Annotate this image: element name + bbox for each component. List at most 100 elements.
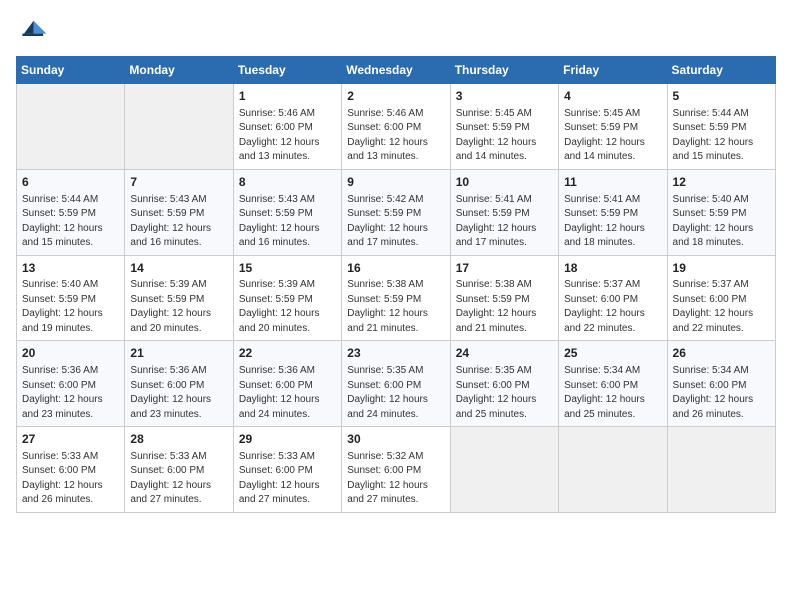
day-info: Sunrise: 5:45 AMSunset: 5:59 PMDaylight:… xyxy=(456,107,553,165)
page-header xyxy=(16,16,776,48)
day-number: 16 xyxy=(347,260,444,277)
day-number: 23 xyxy=(347,345,444,362)
day-info: Sunrise: 5:43 AMSunset: 5:59 PMDaylight:… xyxy=(130,193,227,251)
day-number: 26 xyxy=(673,345,770,362)
week-row-1: 1 Sunrise: 5:46 AMSunset: 6:00 PMDaylight… xyxy=(17,84,776,170)
day-cell: 1 Sunrise: 5:46 AMSunset: 6:00 PMDaylight… xyxy=(233,84,341,170)
day-cell xyxy=(125,84,233,170)
header-day-sunday: Sunday xyxy=(17,57,125,84)
header-day-friday: Friday xyxy=(559,57,667,84)
day-number: 1 xyxy=(239,88,336,105)
day-info: Sunrise: 5:36 AMSunset: 6:00 PMDaylight:… xyxy=(239,364,336,422)
week-row-3: 13Sunrise: 5:40 AMSunset: 5:59 PMDayligh… xyxy=(17,255,776,341)
day-info: Sunrise: 5:33 AMSunset: 6:00 PMDaylight:… xyxy=(130,450,227,508)
header-day-wednesday: Wednesday xyxy=(342,57,450,84)
day-number: 28 xyxy=(130,431,227,448)
day-info: Sunrise: 5:42 AMSunset: 5:59 PMDaylight:… xyxy=(347,193,444,251)
day-info: Sunrise: 5:46 AMSunset: 6:00 PMDaylight:… xyxy=(239,107,336,165)
day-cell: 10Sunrise: 5:41 AMSunset: 5:59 PMDayligh… xyxy=(450,169,558,255)
day-number: 18 xyxy=(564,260,661,277)
day-cell xyxy=(17,84,125,170)
day-cell: 8 Sunrise: 5:43 AMSunset: 5:59 PMDaylight… xyxy=(233,169,341,255)
day-info: Sunrise: 5:35 AMSunset: 6:00 PMDaylight:… xyxy=(456,364,553,422)
header-day-tuesday: Tuesday xyxy=(233,57,341,84)
day-info: Sunrise: 5:34 AMSunset: 6:00 PMDaylight:… xyxy=(673,364,770,422)
day-number: 11 xyxy=(564,174,661,191)
day-info: Sunrise: 5:41 AMSunset: 5:59 PMDaylight:… xyxy=(564,193,661,251)
day-number: 13 xyxy=(22,260,119,277)
day-number: 9 xyxy=(347,174,444,191)
day-number: 19 xyxy=(673,260,770,277)
day-number: 25 xyxy=(564,345,661,362)
day-info: Sunrise: 5:40 AMSunset: 5:59 PMDaylight:… xyxy=(673,193,770,251)
day-info: Sunrise: 5:36 AMSunset: 6:00 PMDaylight:… xyxy=(130,364,227,422)
day-cell: 15Sunrise: 5:39 AMSunset: 5:59 PMDayligh… xyxy=(233,255,341,341)
calendar-header: SundayMondayTuesdayWednesdayThursdayFrid… xyxy=(17,57,776,84)
day-info: Sunrise: 5:41 AMSunset: 5:59 PMDaylight:… xyxy=(456,193,553,251)
header-row: SundayMondayTuesdayWednesdayThursdayFrid… xyxy=(17,57,776,84)
calendar-table: SundayMondayTuesdayWednesdayThursdayFrid… xyxy=(16,56,776,513)
day-cell: 16Sunrise: 5:38 AMSunset: 5:59 PMDayligh… xyxy=(342,255,450,341)
day-number: 5 xyxy=(673,88,770,105)
day-cell: 30 Sunrise: 5:32 AMSunset: 6:00 PMDayligh… xyxy=(342,427,450,513)
day-cell xyxy=(559,427,667,513)
day-info: Sunrise: 5:33 AMSunset: 6:00 PMDaylight:… xyxy=(22,450,119,508)
day-cell: 4 Sunrise: 5:45 AMSunset: 5:59 PMDaylight… xyxy=(559,84,667,170)
day-info: Sunrise: 5:43 AMSunset: 5:59 PMDaylight:… xyxy=(239,193,336,251)
day-cell: 13Sunrise: 5:40 AMSunset: 5:59 PMDayligh… xyxy=(17,255,125,341)
day-info: Sunrise: 5:35 AMSunset: 6:00 PMDaylight:… xyxy=(347,364,444,422)
day-number: 12 xyxy=(673,174,770,191)
day-info: Sunrise: 5:33 AMSunset: 6:00 PMDaylight:… xyxy=(239,450,336,508)
day-cell xyxy=(667,427,775,513)
day-info: Sunrise: 5:45 AMSunset: 5:59 PMDaylight:… xyxy=(564,107,661,165)
day-number: 2 xyxy=(347,88,444,105)
day-number: 3 xyxy=(456,88,553,105)
day-number: 6 xyxy=(22,174,119,191)
day-number: 29 xyxy=(239,431,336,448)
day-cell: 3 Sunrise: 5:45 AMSunset: 5:59 PMDaylight… xyxy=(450,84,558,170)
week-row-2: 6 Sunrise: 5:44 AMSunset: 5:59 PMDaylight… xyxy=(17,169,776,255)
day-cell: 23 Sunrise: 5:35 AMSunset: 6:00 PMDayligh… xyxy=(342,341,450,427)
day-cell: 5Sunrise: 5:44 AMSunset: 5:59 PMDaylight… xyxy=(667,84,775,170)
day-cell: 19Sunrise: 5:37 AMSunset: 6:00 PMDayligh… xyxy=(667,255,775,341)
day-number: 27 xyxy=(22,431,119,448)
day-info: Sunrise: 5:44 AMSunset: 5:59 PMDaylight:… xyxy=(22,193,119,251)
day-info: Sunrise: 5:46 AMSunset: 6:00 PMDaylight:… xyxy=(347,107,444,165)
day-number: 7 xyxy=(130,174,227,191)
day-cell: 21 Sunrise: 5:36 AMSunset: 6:00 PMDayligh… xyxy=(125,341,233,427)
day-info: Sunrise: 5:34 AMSunset: 6:00 PMDaylight:… xyxy=(564,364,661,422)
logo-icon xyxy=(16,16,48,48)
day-info: Sunrise: 5:32 AMSunset: 6:00 PMDaylight:… xyxy=(347,450,444,508)
day-number: 15 xyxy=(239,260,336,277)
day-cell xyxy=(450,427,558,513)
day-number: 30 xyxy=(347,431,444,448)
day-info: Sunrise: 5:39 AMSunset: 5:59 PMDaylight:… xyxy=(239,278,336,336)
day-cell: 6 Sunrise: 5:44 AMSunset: 5:59 PMDaylight… xyxy=(17,169,125,255)
header-day-thursday: Thursday xyxy=(450,57,558,84)
day-cell: 20Sunrise: 5:36 AMSunset: 6:00 PMDayligh… xyxy=(17,341,125,427)
logo xyxy=(16,16,52,48)
day-cell: 28 Sunrise: 5:33 AMSunset: 6:00 PMDayligh… xyxy=(125,427,233,513)
day-cell: 26 Sunrise: 5:34 AMSunset: 6:00 PMDayligh… xyxy=(667,341,775,427)
day-info: Sunrise: 5:39 AMSunset: 5:59 PMDaylight:… xyxy=(130,278,227,336)
day-number: 8 xyxy=(239,174,336,191)
day-cell: 9 Sunrise: 5:42 AMSunset: 5:59 PMDaylight… xyxy=(342,169,450,255)
day-number: 20 xyxy=(22,345,119,362)
day-number: 24 xyxy=(456,345,553,362)
header-day-saturday: Saturday xyxy=(667,57,775,84)
day-cell: 27 Sunrise: 5:33 AMSunset: 6:00 PMDayligh… xyxy=(17,427,125,513)
calendar-body: 1 Sunrise: 5:46 AMSunset: 6:00 PMDaylight… xyxy=(17,84,776,513)
day-cell: 11 Sunrise: 5:41 AMSunset: 5:59 PMDayligh… xyxy=(559,169,667,255)
day-number: 17 xyxy=(456,260,553,277)
day-info: Sunrise: 5:38 AMSunset: 5:59 PMDaylight:… xyxy=(456,278,553,336)
day-cell: 22Sunrise: 5:36 AMSunset: 6:00 PMDayligh… xyxy=(233,341,341,427)
day-cell: 12 Sunrise: 5:40 AMSunset: 5:59 PMDayligh… xyxy=(667,169,775,255)
day-cell: 29 Sunrise: 5:33 AMSunset: 6:00 PMDayligh… xyxy=(233,427,341,513)
day-number: 4 xyxy=(564,88,661,105)
day-info: Sunrise: 5:37 AMSunset: 6:00 PMDaylight:… xyxy=(673,278,770,336)
day-number: 21 xyxy=(130,345,227,362)
week-row-4: 20 Sunrise: 5:36 AMSunset: 6:00 PMDayligh… xyxy=(17,341,776,427)
day-cell: 14Sunrise: 5:39 AMSunset: 5:59 PMDayligh… xyxy=(125,255,233,341)
day-cell: 18Sunrise: 5:37 AMSunset: 6:00 PMDayligh… xyxy=(559,255,667,341)
day-info: Sunrise: 5:38 AMSunset: 5:59 PMDaylight:… xyxy=(347,278,444,336)
